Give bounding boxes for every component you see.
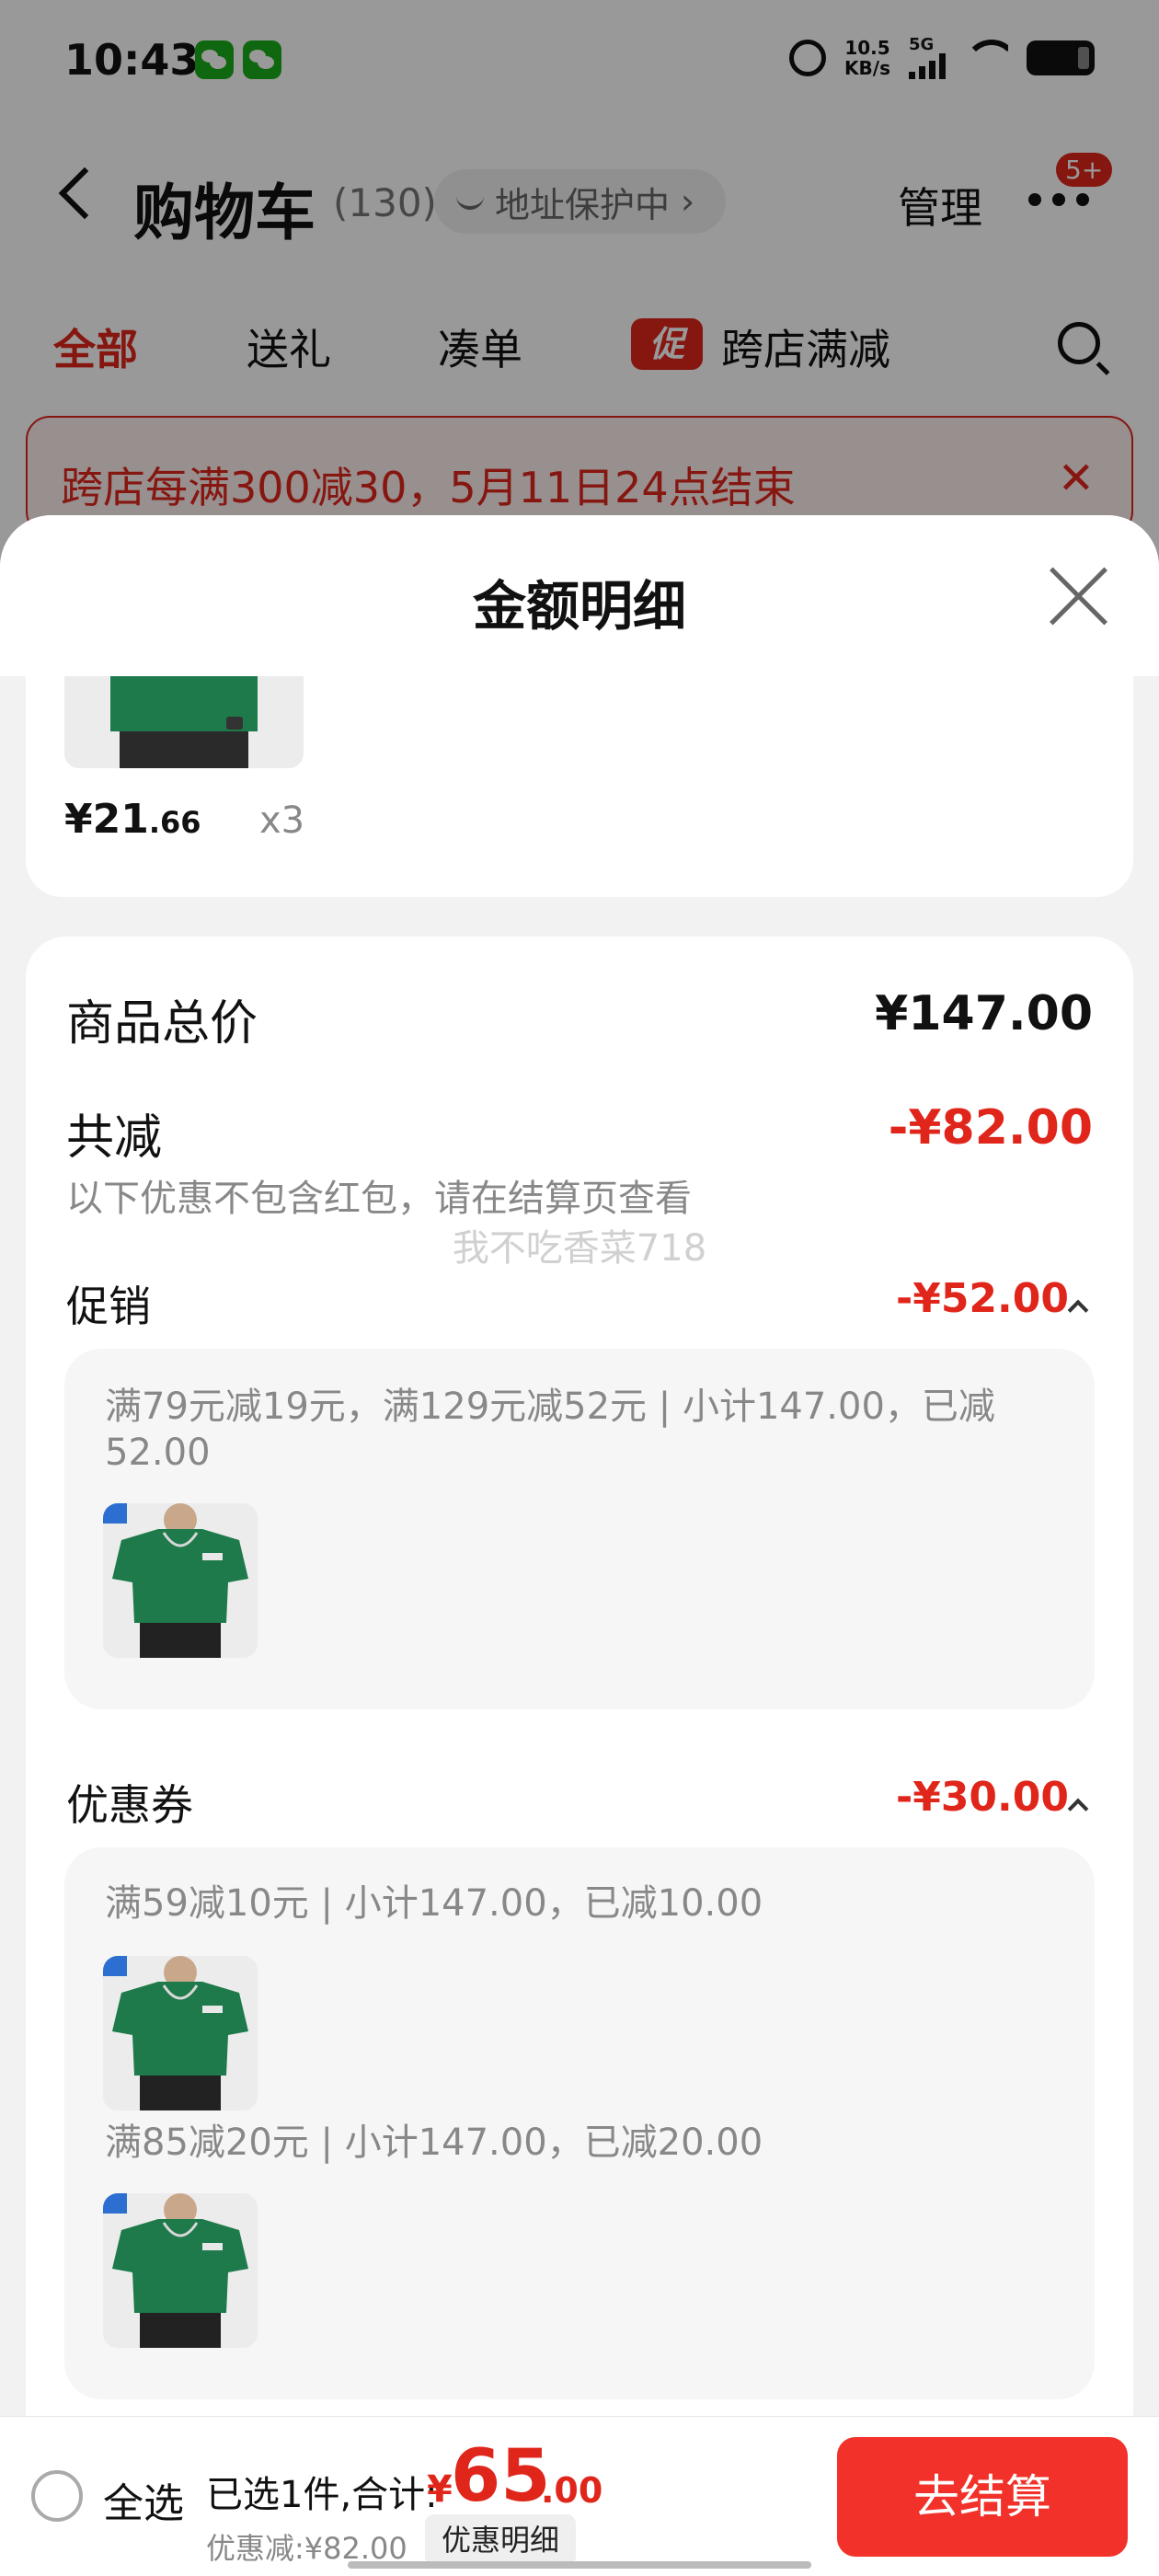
tshirt-image — [103, 1503, 258, 1658]
product-thumbnail[interactable] — [103, 1503, 258, 1658]
promo-detail-box: 满79元减19元，满129元减52元 | 小计147.00，已减52.00 — [64, 1349, 1095, 1709]
discount-detail-button[interactable]: 优惠明细 — [425, 2514, 577, 2566]
product-thumbnail[interactable] — [103, 2193, 258, 2348]
total-price-amount: ¥147.00 — [875, 986, 1093, 1041]
coupon-rule-text: 满85减20元 | 小计147.00，已减20.00 — [105, 2122, 763, 2164]
close-icon[interactable] — [1049, 565, 1109, 626]
price-breakdown-card: 商品总价 ¥147.00 共减 -¥82.00 以下优惠不包含红包，请在结算页查… — [26, 937, 1133, 2576]
coupon-section-amount[interactable]: -¥30.00 — [896, 1774, 1069, 1821]
sheet-title: 金额明细 — [472, 575, 686, 638]
reduce-note: 以下优惠不包含红包，请在结算页查看 — [66, 1178, 692, 1220]
total-amount-decimal: .00 — [541, 2470, 603, 2511]
coupon-detail-box: 满59减10元 | 小计147.00，已减10.00 满85减20元 | 小计1… — [64, 1847, 1095, 2399]
total-reduce-amount: -¥82.00 — [888, 1100, 1093, 1156]
promo-rule-text: 满79元减19元，满129元减52元 | 小计147.00，已减52.00 — [105, 1386, 995, 1474]
coupon-section-label: 优惠券 — [66, 1780, 193, 1830]
checkout-button[interactable]: 去结算 — [837, 2437, 1128, 2557]
sheet-header: 金额明细 — [0, 515, 1159, 676]
home-indicator[interactable] — [348, 2561, 811, 2569]
tshirt-image — [103, 1956, 258, 2110]
promo-section-amount[interactable]: -¥52.00 — [896, 1275, 1069, 1322]
coupon-rule-text: 满59减10元 | 小计147.00，已减10.00 — [105, 1882, 763, 1925]
checkout-bar: 全选 已选1件,合计: ¥ 65 .00 优惠减:¥82.00 优惠明细 去结算 — [0, 2416, 1159, 2576]
item-price: ¥21.66 — [64, 796, 201, 843]
total-amount-integer: 65 — [451, 2435, 551, 2518]
item-card: ¥21.66 x3 — [26, 676, 1133, 897]
total-currency: ¥ — [427, 2468, 453, 2511]
chevron-up-icon[interactable] — [1067, 1299, 1089, 1321]
selected-summary: 已选1件,合计: — [206, 2474, 438, 2516]
total-reduce-label: 共减 — [66, 1110, 163, 1166]
tshirt-image — [103, 2193, 258, 2348]
select-all-label[interactable]: 全选 — [103, 2470, 184, 2529]
watermark: 我不吃香菜718 — [452, 1227, 707, 1270]
item-quantity: x3 — [259, 799, 305, 842]
select-all-checkbox[interactable] — [31, 2470, 83, 2522]
tshirt-image — [64, 676, 304, 768]
product-thumbnail[interactable] — [103, 1956, 258, 2110]
product-thumbnail[interactable] — [64, 676, 304, 768]
promo-section-label: 促销 — [66, 1282, 151, 1331]
amount-detail-sheet: 金额明细 ¥21.66 x3 商品总价 ¥147.00 共减 -¥82.00 以… — [0, 515, 1159, 2576]
total-price-label: 商品总价 — [66, 996, 258, 1052]
chevron-up-icon[interactable] — [1067, 1798, 1089, 1820]
